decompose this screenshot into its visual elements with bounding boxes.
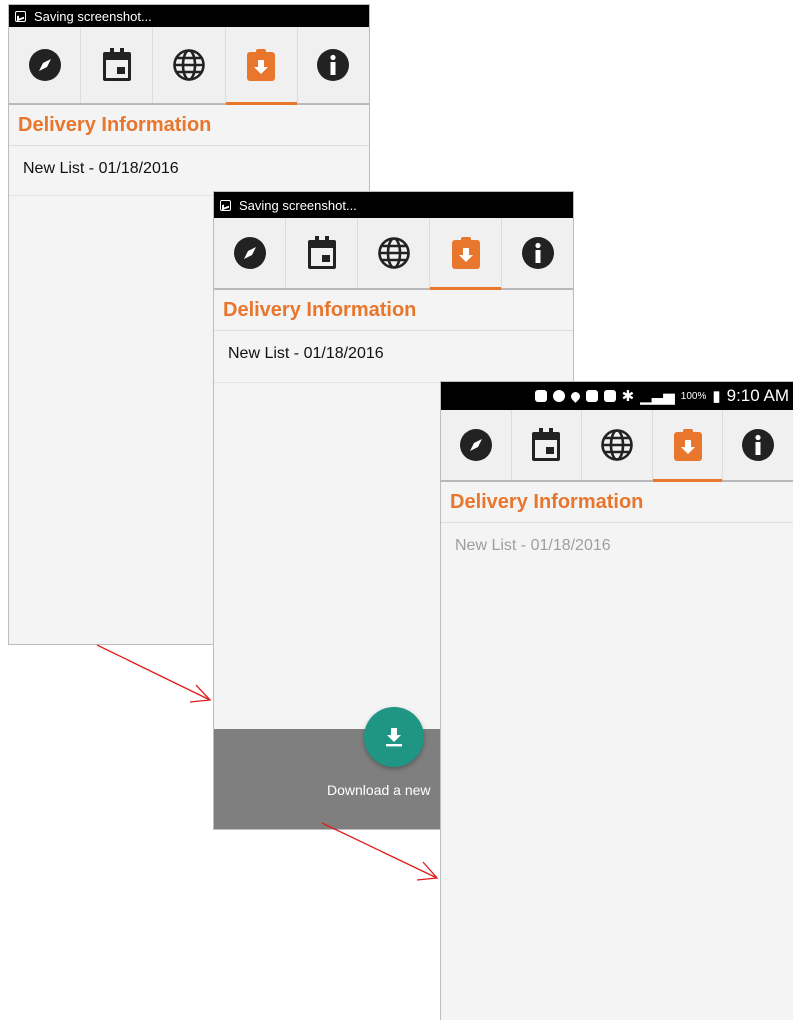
gallery-icon [585,390,598,402]
tab-delivery[interactable] [430,218,502,290]
globe-icon [173,49,205,81]
status-time: 9:10 AM [726,386,789,405]
download-fab[interactable] [364,707,424,767]
calendar-icon [532,428,561,461]
tab-delivery[interactable] [652,410,724,482]
download-clipboard-icon [673,429,702,461]
status-text: Saving screenshot... [34,8,152,24]
compass-icon [28,49,61,81]
tab-calendar[interactable] [512,410,583,480]
calendar-icon [102,48,131,81]
tab-globe[interactable] [358,218,430,288]
screenshot-icon [220,199,231,211]
message-icon [534,390,547,402]
info-icon [317,49,350,81]
screenshot-icon [15,10,26,22]
section-header: Delivery Information [214,290,573,331]
status-bar: Saving screenshot... [9,5,369,27]
battery-icon: ▮ [712,388,721,405]
tab-compass[interactable] [9,27,82,103]
tab-info[interactable] [723,410,793,480]
list-item[interactable]: New List - 01/18/2016 [214,331,573,383]
section-header: Delivery Information [441,482,793,523]
status-bar: ✱ ▁▃▅ 100% ▮ 9:10 AM [441,382,793,410]
tab-info[interactable] [298,27,369,103]
download-icon [386,728,402,747]
info-icon [521,237,554,269]
tab-bar [441,410,793,482]
screen-3: ✱ ▁▃▅ 100% ▮ 9:10 AM Delivery Informatio… [440,381,793,1020]
fab-label: Download a new [327,782,431,798]
info-icon [742,429,775,461]
compass-icon [233,237,266,269]
list-item[interactable]: New List - 01/18/2016 [441,523,793,573]
skype-icon [552,390,565,402]
status-text: Saving screenshot... [239,197,357,213]
download-clipboard-icon [247,49,276,81]
tab-info[interactable] [502,218,573,288]
status-bar: Saving screenshot... [214,192,573,218]
screenshot-icon [603,390,616,402]
tab-globe[interactable] [153,27,226,103]
globe-icon [377,237,410,269]
arrow-1 [96,644,212,703]
calendar-icon [307,236,336,269]
tab-compass[interactable] [214,218,286,288]
tab-globe[interactable] [582,410,653,480]
download-clipboard-icon [451,237,480,269]
location-icon [568,389,582,403]
compass-icon [459,429,492,461]
bluetooth-icon: ✱ [621,388,635,405]
tab-delivery[interactable] [225,27,298,105]
list-item[interactable]: New List - 01/18/2016 [9,146,369,196]
tab-bar [9,27,369,105]
arrow-2 [321,822,439,881]
tab-bar [214,218,573,290]
tab-compass[interactable] [441,410,512,480]
tab-calendar[interactable] [81,27,154,103]
section-header: Delivery Information [9,105,369,146]
globe-icon [601,429,633,461]
battery-percent: 100% [680,390,707,402]
signal-icon: ▁▃▅ [640,388,675,405]
tab-calendar[interactable] [286,218,358,288]
